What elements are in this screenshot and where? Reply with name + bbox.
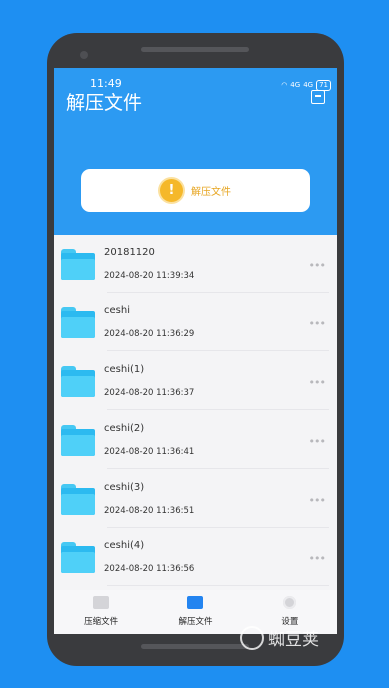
file-name: ceshi(1) bbox=[104, 364, 145, 375]
folder-icon bbox=[187, 596, 204, 609]
signal-icon-2: 4G bbox=[303, 81, 314, 89]
file-date: 2024-08-20 11:36:37 bbox=[104, 388, 195, 398]
divider bbox=[107, 585, 329, 586]
folder-icon bbox=[61, 425, 95, 456]
divider bbox=[107, 350, 329, 351]
divider bbox=[107, 409, 329, 410]
tab-extract[interactable]: 解压文件 bbox=[148, 590, 242, 634]
file-name: 20181120 bbox=[104, 247, 155, 258]
gear-icon bbox=[283, 596, 297, 609]
tab-label: 解压文件 bbox=[178, 617, 213, 627]
divider bbox=[107, 468, 329, 469]
folder-icon bbox=[61, 249, 95, 280]
app-screen: 11:49 ◠ 4G 4G 71 解压文件 ! 解压文件 20181120 20… bbox=[54, 68, 337, 634]
battery-icon: 71 bbox=[316, 79, 331, 91]
more-icon[interactable]: ••• bbox=[309, 317, 326, 330]
watermark-logo-icon bbox=[240, 625, 264, 650]
list-item[interactable]: 20181120 2024-08-20 11:39:34 ••• bbox=[54, 235, 337, 293]
phone-frame: 11:49 ◠ 4G 4G 71 解压文件 ! 解压文件 20181120 20… bbox=[47, 33, 344, 666]
front-camera bbox=[80, 51, 88, 59]
folder-icon bbox=[61, 542, 95, 573]
file-name: ceshi bbox=[104, 305, 130, 316]
file-date: 2024-08-20 11:36:56 bbox=[104, 564, 195, 574]
list-item[interactable]: ceshi(4) 2024-08-20 11:36:56 ••• bbox=[54, 528, 337, 586]
home-indicator bbox=[141, 644, 249, 649]
file-date: 2024-08-20 11:36:41 bbox=[104, 447, 195, 457]
more-icon[interactable]: ••• bbox=[309, 259, 326, 272]
file-date: 2024-08-20 11:36:29 bbox=[104, 329, 195, 339]
signal-icon: 4G bbox=[290, 81, 301, 89]
more-icon[interactable]: ••• bbox=[309, 494, 326, 507]
extract-button[interactable]: ! 解压文件 bbox=[81, 169, 310, 212]
warning-icon: ! bbox=[160, 179, 183, 202]
folder-icon bbox=[61, 307, 95, 338]
list-item[interactable]: ceshi(2) 2024-08-20 11:36:41 ••• bbox=[54, 411, 337, 469]
file-name: ceshi(4) bbox=[104, 540, 145, 551]
more-icon[interactable]: ••• bbox=[309, 376, 326, 389]
page-title: 解压文件 bbox=[66, 92, 143, 114]
file-list: 20181120 2024-08-20 11:39:34 ••• ceshi 2… bbox=[54, 235, 337, 590]
more-icon[interactable]: ••• bbox=[309, 552, 326, 565]
more-icon[interactable]: ••• bbox=[309, 435, 326, 448]
tab-label: 压缩文件 bbox=[84, 617, 119, 627]
list-item[interactable]: ceshi(1) 2024-08-20 11:36:37 ••• bbox=[54, 352, 337, 410]
file-date: 2024-08-20 11:39:34 bbox=[104, 271, 195, 281]
speaker-grille bbox=[141, 47, 249, 52]
file-date: 2024-08-20 11:36:51 bbox=[104, 506, 195, 516]
app-header: 11:49 ◠ 4G 4G 71 解压文件 ! 解压文件 bbox=[54, 68, 337, 235]
archive-icon bbox=[93, 596, 110, 609]
wifi-icon: ◠ bbox=[281, 81, 288, 89]
export-icon[interactable] bbox=[311, 90, 325, 104]
file-name: ceshi(3) bbox=[104, 482, 145, 493]
extract-button-label: 解压文件 bbox=[191, 187, 231, 198]
watermark-text: 蜘豆荚 bbox=[268, 630, 319, 650]
folder-icon bbox=[61, 366, 95, 397]
list-item[interactable]: ceshi(3) 2024-08-20 11:36:51 ••• bbox=[54, 470, 337, 528]
file-name: ceshi(2) bbox=[104, 423, 145, 434]
watermark: 蜘豆荚 bbox=[240, 625, 319, 650]
tab-compress[interactable]: 压缩文件 bbox=[54, 590, 148, 634]
list-item[interactable]: ceshi 2024-08-20 11:36:29 ••• bbox=[54, 293, 337, 351]
folder-icon bbox=[61, 484, 95, 515]
